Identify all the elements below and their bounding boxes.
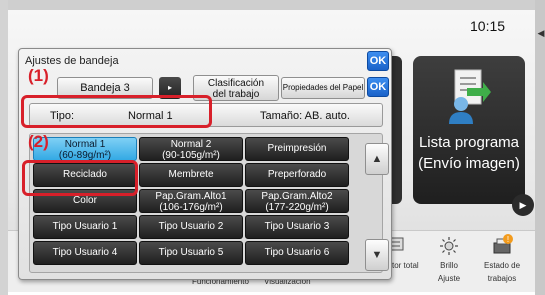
brightness-label[interactable]: Brillo Ajuste (436, 261, 462, 284)
paper-type-button[interactable]: Normal 2 (90-105g/m²) (139, 137, 243, 161)
paper-type-button[interactable]: Preperforado (245, 163, 349, 187)
svg-text:!: ! (507, 235, 509, 244)
program-list-label: Lista programa (Envío imagen) (413, 132, 525, 174)
callout-number-1: (1) (28, 66, 49, 85)
screen: ◀ 10:15 Lista programa (Envío imagen) ▶ … (0, 0, 545, 295)
paper-type-button[interactable]: Tipo Usuario 3 (245, 215, 349, 239)
paper-type-name: Pap.Gram.Alto1 (155, 191, 227, 202)
brightness-label-line2: Ajuste (437, 274, 461, 283)
paper-type-button[interactable]: Membrete (139, 163, 243, 187)
paper-type-button[interactable]: Tipo Usuario 5 (139, 241, 243, 265)
size-value: Tamaño: AB. auto. (260, 110, 350, 122)
job-status-label-line2: trabajos (487, 274, 517, 283)
job-status-label[interactable]: Estado de trabajos (480, 261, 524, 284)
brightness-icon[interactable] (440, 237, 458, 255)
clock: 10:15 (470, 18, 506, 34)
program-list-label-line2: (Envío imagen) (418, 155, 520, 172)
paper-type-name: Tipo Usuario 5 (158, 247, 224, 258)
device-frame-top (0, 0, 545, 10)
device-frame-left (0, 0, 8, 295)
paper-type-weight: (106-176g/m²) (159, 202, 223, 213)
device-frame-right (535, 0, 545, 295)
brightness-label-line1: Brillo (440, 261, 458, 270)
paper-type-button[interactable]: Pap.Gram.Alto1 (106-176g/m²) (139, 189, 243, 213)
job-status-icon[interactable]: ! (492, 233, 514, 255)
paper-type-weight: (177-220g/m²) (265, 202, 329, 213)
scroll-up-button[interactable]: ▲ (365, 143, 389, 175)
paper-type-name: Tipo Usuario 6 (264, 247, 330, 258)
ok-button[interactable]: OK (367, 51, 389, 71)
job-classification-line1: Clasificación (207, 78, 265, 89)
paper-type-button[interactable]: Pap.Gram.Alto2 (177-220g/m²) (245, 189, 349, 213)
paper-type-button[interactable]: Tipo Usuario 6 (245, 241, 349, 265)
paper-type-name: Pap.Gram.Alto2 (261, 191, 333, 202)
paper-type-name: Membrete (168, 169, 214, 180)
program-list-label-line1: Lista programa (418, 134, 520, 151)
paper-type-name: Tipo Usuario 4 (52, 247, 118, 258)
callout-box-type (21, 95, 212, 128)
paper-type-button[interactable]: Tipo Usuario 4 (33, 241, 137, 265)
paper-properties-tab[interactable]: Propiedades del Papel (281, 77, 365, 99)
program-list-tile[interactable]: Lista programa (Envío imagen) (413, 56, 525, 204)
scroll-down-button[interactable]: ▼ (365, 239, 389, 271)
paper-type-button[interactable]: Tipo Usuario 1 (33, 215, 137, 239)
paper-type-name: Normal 2 (170, 139, 212, 150)
paper-type-button[interactable]: Preimpresión (245, 137, 349, 161)
paper-type-button[interactable]: Tipo Usuario 2 (139, 215, 243, 239)
paper-type-name: Tipo Usuario 1 (52, 221, 118, 232)
job-status-label-line1: Estado de (483, 261, 521, 270)
paper-type-name: Preimpresión (267, 143, 327, 154)
paper-type-name: Tipo Usuario 2 (158, 221, 224, 232)
paper-type-name: Preperforado (267, 169, 327, 180)
callout-box-recycled (22, 160, 138, 196)
paper-properties-ok-button[interactable]: OK (367, 77, 389, 97)
paper-type-weight: (90-105g/m²) (162, 150, 220, 161)
paper-type-name: Tipo Usuario 3 (264, 221, 330, 232)
callout-number-2: (2) (28, 132, 49, 151)
side-panel-arrow-icon[interactable]: ◀ (537, 26, 545, 40)
next-page-icon[interactable]: ▶ (512, 194, 534, 216)
counter-label[interactable]: tor total (392, 261, 419, 271)
program-list-icon (449, 69, 491, 124)
paper-type-name: Normal 1 (64, 139, 106, 150)
